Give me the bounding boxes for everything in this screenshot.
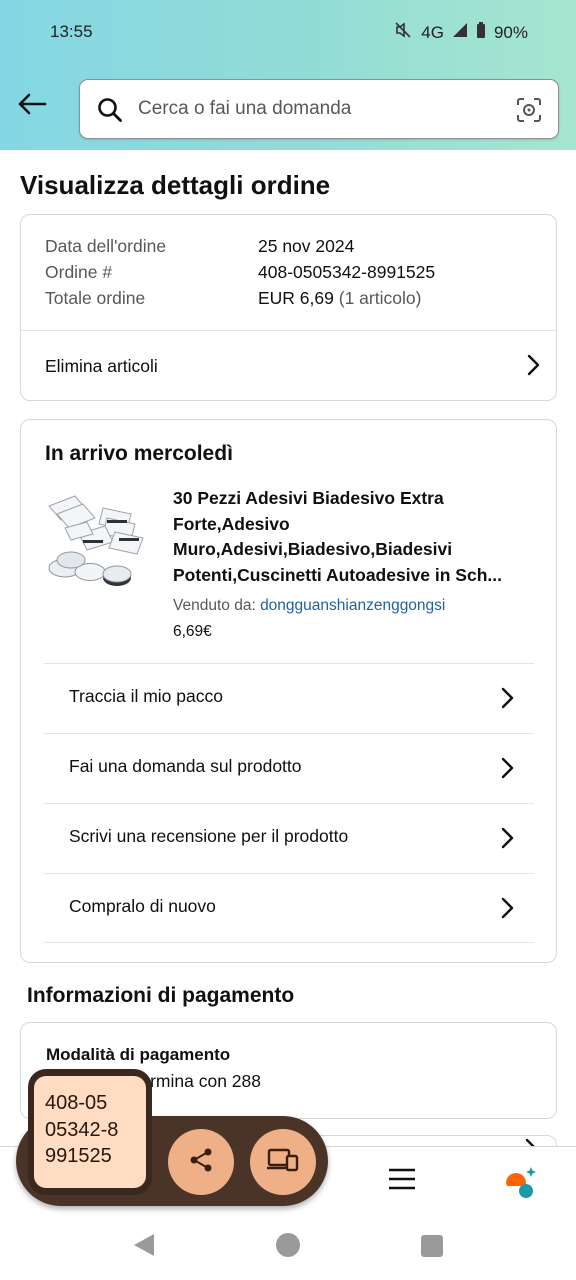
chevron-right-icon — [500, 897, 514, 924]
status-bar: 13:55 4G 90% — [0, 0, 576, 64]
nav-home-icon[interactable] — [275, 1232, 301, 1263]
payment-method-label: Modalità di pagamento — [46, 1045, 231, 1064]
battery-icon — [476, 21, 486, 44]
product-title[interactable]: 30 Pezzi Adesivi Biadesivo Extra Forte,A… — [173, 486, 535, 588]
copied-text-line: 991525 — [45, 1145, 112, 1167]
order-date-value: 25 nov 2024 — [258, 236, 355, 256]
chevron-right-icon — [500, 827, 514, 854]
action-label: Traccia il mio pacco — [69, 686, 223, 706]
top-header: 13:55 4G 90% Cerca o fai una domanda — [0, 0, 576, 150]
back-arrow-icon — [17, 93, 47, 120]
order-date-label: Data dell'ordine — [45, 236, 167, 256]
status-time: 13:55 — [50, 22, 93, 41]
order-total-label: Totale ordine — [45, 288, 146, 308]
battery-level: 90% — [493, 22, 528, 42]
network-type: 4G — [421, 22, 444, 42]
camera-lens-icon[interactable] — [516, 97, 542, 128]
search-input[interactable]: Cerca o fai una domanda — [79, 79, 559, 139]
product-title-line: Muro,Adesivi,Biadesivo,Biadesivi — [173, 539, 453, 559]
copied-text-line: 05342-8 — [45, 1118, 119, 1141]
devices-icon — [266, 1146, 300, 1179]
arrival-status: In arrivo mercoledì — [45, 442, 233, 465]
send-to-device-button[interactable] — [250, 1129, 316, 1195]
search-placeholder: Cerca o fai una domanda — [138, 98, 352, 119]
product-title-line: 30 Pezzi Adesivi Biadesivo Extra — [173, 488, 444, 508]
order-summary-card: Data dell'ordine 25 nov 2024 Ordine # 40… — [20, 214, 557, 401]
seller-info: Venduto da: dongguanshianzenggongsi — [173, 597, 445, 615]
order-total-amount: EUR 6,69 — [258, 288, 334, 308]
action-label: Scrivi una recensione per il prodotto — [69, 826, 349, 846]
order-number-label: Ordine # — [45, 262, 113, 282]
copied-text-line: 408-05 — [45, 1092, 108, 1114]
app-root: { "status_bar": {"time": "13:55", "netwo… — [0, 0, 576, 1280]
payment-section-title: Informazioni di pagamento — [27, 984, 295, 1007]
product-title-line: Potenti,Cuscinetti Autoadesive in Sch... — [173, 564, 502, 585]
order-number-value: 408-0505342-8991525 — [258, 262, 436, 282]
status-icons: 4G 90% — [393, 20, 528, 45]
search-icon — [97, 97, 123, 128]
page-title: Visualizza dettagli ordine — [20, 170, 331, 200]
signal-icon — [452, 22, 468, 43]
ask-question-button[interactable]: Fai una domanda sul prodotto — [44, 733, 534, 803]
share-icon — [187, 1146, 215, 1179]
nav-back-icon[interactable] — [132, 1232, 156, 1263]
track-package-button[interactable]: Traccia il mio pacco — [44, 663, 534, 733]
write-review-button[interactable]: Scrivi una recensione per il prodotto — [44, 803, 534, 873]
shipment-card: In arrivo mercoledì 30 Pezzi Adesivi Bia… — [20, 419, 557, 963]
buy-again-button[interactable]: Compralo di nuovo — [44, 873, 534, 943]
order-item-count: (1 articolo) — [338, 288, 422, 308]
system-nav-bar — [0, 1214, 576, 1280]
order-total-value: EUR 6,69 (1 articolo) — [258, 288, 421, 309]
product-title-line: Forte,Adesivo — [173, 513, 290, 534]
chevron-right-icon — [500, 687, 514, 714]
nav-recents-icon[interactable] — [421, 1235, 443, 1262]
chevron-right-icon — [500, 757, 514, 784]
product-image[interactable] — [45, 488, 157, 590]
mute-icon — [393, 20, 413, 45]
copied-text-card[interactable]: 408-05 05342-8 991525 — [34, 1076, 146, 1188]
delete-items-link[interactable]: Elimina articoli — [21, 331, 556, 401]
delete-items-label: Elimina articoli — [45, 355, 158, 376]
seller-link[interactable]: dongguanshianzenggongsi — [260, 597, 445, 614]
product-price: 6,69€ — [173, 623, 212, 640]
menu-icon[interactable] — [388, 1167, 420, 1195]
shipment-actions-list: Traccia il mio pacco Fai una domanda sul… — [44, 663, 534, 943]
sold-by-label: Venduto da: — [173, 597, 256, 614]
back-button[interactable] — [14, 88, 50, 124]
rufus-assistant-icon[interactable] — [500, 1161, 540, 1201]
action-label: Compralo di nuovo — [69, 896, 216, 916]
action-label: Fai una domanda sul prodotto — [69, 756, 302, 776]
share-button[interactable] — [168, 1129, 234, 1195]
chevron-right-icon — [526, 354, 540, 381]
